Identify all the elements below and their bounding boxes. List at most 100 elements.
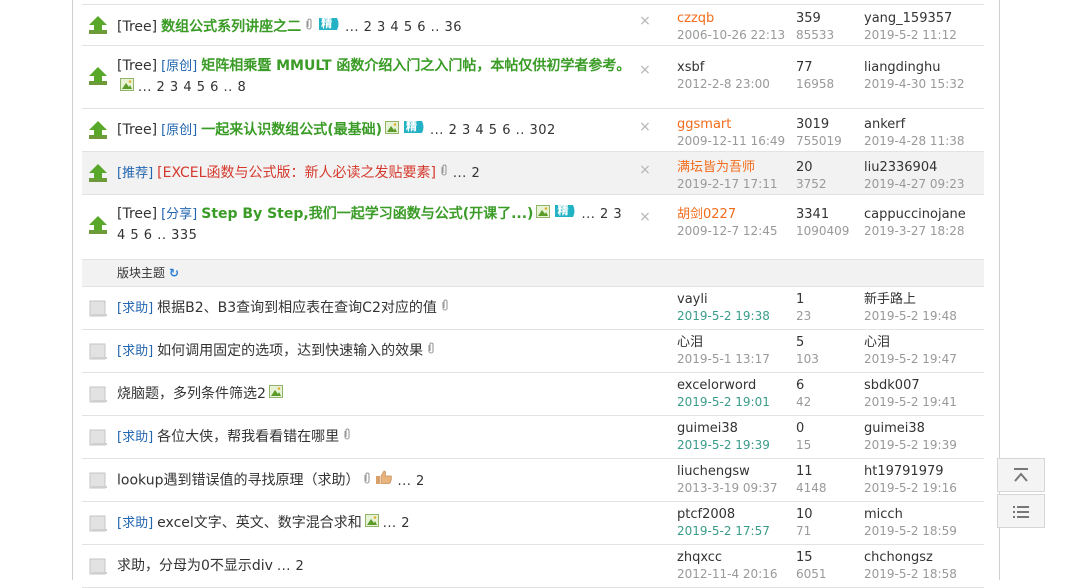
featured-badge-label: 精 (557, 204, 569, 217)
thread-category-tag[interactable]: [求助] (117, 301, 153, 316)
thread-title-link[interactable]: 数组公式系列讲座之二 (161, 19, 301, 35)
author-name-link[interactable]: ptcf2008 (677, 507, 735, 522)
last-post-date[interactable]: 2019-4-30 15:32 (864, 77, 965, 91)
thread-page-links[interactable]: ... 2 (383, 516, 410, 531)
thread-page-links[interactable]: ... 2 (397, 474, 424, 489)
author-name-link[interactable]: excelorword (677, 378, 756, 393)
thread-title-block: 求助，分母为0不显示div ... 2 (117, 556, 632, 577)
thread-title-link[interactable]: 根据B2、B3查询到相应表在查询C2对应的值 (157, 300, 437, 316)
author-name-link[interactable]: 胡剑0227 (677, 207, 736, 222)
last-post-date[interactable]: 2019-5-2 19:41 (864, 395, 957, 409)
last-poster-link[interactable]: 心泪 (864, 335, 890, 350)
list-view-icon (1013, 506, 1029, 518)
thread-title-link[interactable]: [EXCEL函数与公式版：新人必读之发贴要素] (157, 165, 436, 181)
last-poster-link[interactable]: sbdk007 (864, 378, 920, 393)
thread-category-tag[interactable]: [求助] (117, 516, 153, 531)
post-date: 2019-5-2 19:01 (677, 395, 770, 409)
last-post-date[interactable]: 2019-5-2 19:16 (864, 481, 957, 495)
thread-title-link[interactable]: 求助，分母为0不显示div (117, 558, 273, 574)
thread-category-tag[interactable]: [分享] (161, 207, 197, 222)
last-poster-link[interactable]: liu2336904 (864, 160, 937, 175)
thread-category-tag[interactable]: [推荐] (117, 166, 153, 181)
last-poster-link[interactable]: ht19791979 (864, 464, 944, 479)
close-icon[interactable]: × (638, 14, 652, 28)
view-count: 15 (796, 438, 812, 452)
close-icon[interactable]: × (638, 63, 652, 77)
thread-page-links[interactable]: ... 2 3 4 5 6 .. 302 (430, 123, 556, 138)
list-view-button[interactable] (997, 494, 1045, 528)
thread-page-links[interactable]: ... 2 3 4 5 6 .. 36 (345, 20, 462, 35)
thread-page-links[interactable]: ... 2 3 4 5 6 .. 8 (138, 80, 246, 95)
post-date: 2006-10-26 22:13 (677, 28, 786, 42)
reply-count: 11 (796, 464, 813, 479)
thread-author: 满坛皆为吾师 2019-2-17 17:11 (677, 160, 787, 192)
thread-category-tag[interactable]: [原创] (161, 59, 197, 74)
thread-title-link[interactable]: 烧脑题，多列条件筛选2 (117, 386, 266, 402)
thread-title-link[interactable]: excel文字、英文、数字混合求和 (157, 515, 362, 531)
thread-page-links[interactable]: ... 2 (277, 559, 304, 574)
thread-author: vayli 2019-5-2 19:38 (677, 292, 787, 324)
last-post-date[interactable]: 2019-5-2 19:47 (864, 352, 957, 366)
author-name-link[interactable]: czzqb (677, 11, 714, 26)
reply-count: 20 (796, 160, 813, 175)
thread-category-tag[interactable]: [原创] (161, 123, 197, 138)
author-name-link[interactable]: 满坛皆为吾师 (677, 160, 755, 175)
last-post-info: cappuccinojane 2019-3-27 18:28 (864, 207, 994, 239)
author-name-link[interactable]: 心泪 (677, 335, 703, 350)
thread-page-links[interactable]: ... 2 (453, 166, 480, 181)
thread-category-tag[interactable]: [求助] (117, 430, 153, 445)
image-icon (364, 513, 379, 533)
author-name-link[interactable]: xsbf (677, 60, 704, 75)
close-icon[interactable]: × (638, 163, 652, 177)
last-post-date[interactable]: 2019-4-28 11:38 (864, 134, 965, 148)
last-poster-link[interactable]: cappuccinojane (864, 207, 966, 222)
thread-title-link[interactable]: 一起来认识数组公式(最基础) (201, 122, 382, 138)
thread-tree-tag[interactable]: [Tree] (117, 206, 157, 222)
view-count: 103 (796, 352, 819, 366)
thread-author: ptcf2008 2019-5-2 17:57 (677, 507, 787, 539)
last-post-date[interactable]: 2019-5-2 19:39 (864, 438, 957, 452)
last-post-date[interactable]: 2019-3-27 18:28 (864, 224, 965, 238)
refresh-icon[interactable]: ↻ (169, 260, 179, 286)
last-post-date[interactable]: 2019-5-2 18:59 (864, 524, 957, 538)
thread-title-link[interactable]: lookup遇到错误值的寻找原理（求助） (117, 473, 359, 489)
last-poster-link[interactable]: micch (864, 507, 903, 522)
close-icon[interactable]: × (638, 210, 652, 224)
last-poster-link[interactable]: 新手路上 (864, 292, 916, 307)
view-count: 4148 (796, 481, 827, 495)
reply-view-counts: 359 85533 (796, 11, 856, 43)
post-date: 2019-5-2 17:57 (677, 524, 770, 538)
last-poster-link[interactable]: liangdinghu (864, 60, 941, 75)
thread-tree-tag[interactable]: [Tree] (117, 58, 157, 74)
last-post-info: 新手路上 2019-5-2 19:48 (864, 292, 994, 324)
post-date: 2013-3-19 09:37 (677, 481, 778, 495)
thread-title-link[interactable]: 如何调用固定的选项，达到快速输入的效果 (157, 343, 423, 359)
thread-tree-tag[interactable]: [Tree] (117, 122, 157, 138)
folder-icon (88, 298, 108, 318)
thread-row: [求助] 如何调用固定的选项，达到快速输入的效果 心泪 2019-5-1 13:17 5… (82, 330, 984, 373)
close-icon[interactable]: × (638, 120, 652, 134)
last-poster-link[interactable]: guimei38 (864, 421, 925, 436)
back-to-top-button[interactable] (997, 458, 1045, 492)
thread-title-block: [求助] 各位大侠，帮我看看错在哪里 (117, 427, 632, 448)
author-name-link[interactable]: ggsmart (677, 117, 731, 132)
last-post-date[interactable]: 2019-5-2 11:12 (864, 28, 957, 42)
last-poster-link[interactable]: ankerf (864, 117, 905, 132)
author-name-link[interactable]: zhqxcc (677, 550, 722, 565)
last-poster-link[interactable]: yang_159357 (864, 11, 952, 26)
thread-title-link[interactable]: 矩阵相乘暨 MMULT 函数介绍入门之入门帖，本帖仅供初学者参考。 (201, 58, 630, 74)
post-date: 2012-11-4 20:16 (677, 567, 778, 581)
thread-tree-tag[interactable]: [Tree] (117, 19, 157, 35)
thread-category-tag[interactable]: [求助] (117, 344, 153, 359)
last-post-date[interactable]: 2019-5-2 19:48 (864, 309, 957, 323)
author-name-link[interactable]: guimei38 (677, 421, 738, 436)
last-post-date[interactable]: 2019-4-27 09:23 (864, 177, 965, 191)
author-name-link[interactable]: liuchengsw (677, 464, 750, 479)
thread-title-block: [Tree] [原创] 一起来认识数组公式(最基础) 精 ... 2 3 4 5 6 .… (117, 119, 632, 141)
last-post-date[interactable]: 2019-5-2 18:58 (864, 567, 957, 581)
author-name-link[interactable]: vayli (677, 292, 708, 307)
last-poster-link[interactable]: chchongsz (864, 550, 933, 565)
thread-title-link[interactable]: 各位大侠，帮我看看错在哪里 (157, 429, 339, 445)
post-date: 2009-12-11 16:49 (677, 134, 786, 148)
thread-title-link[interactable]: Step By Step,我们一起学习函数与公式(开课了...) (201, 206, 533, 222)
